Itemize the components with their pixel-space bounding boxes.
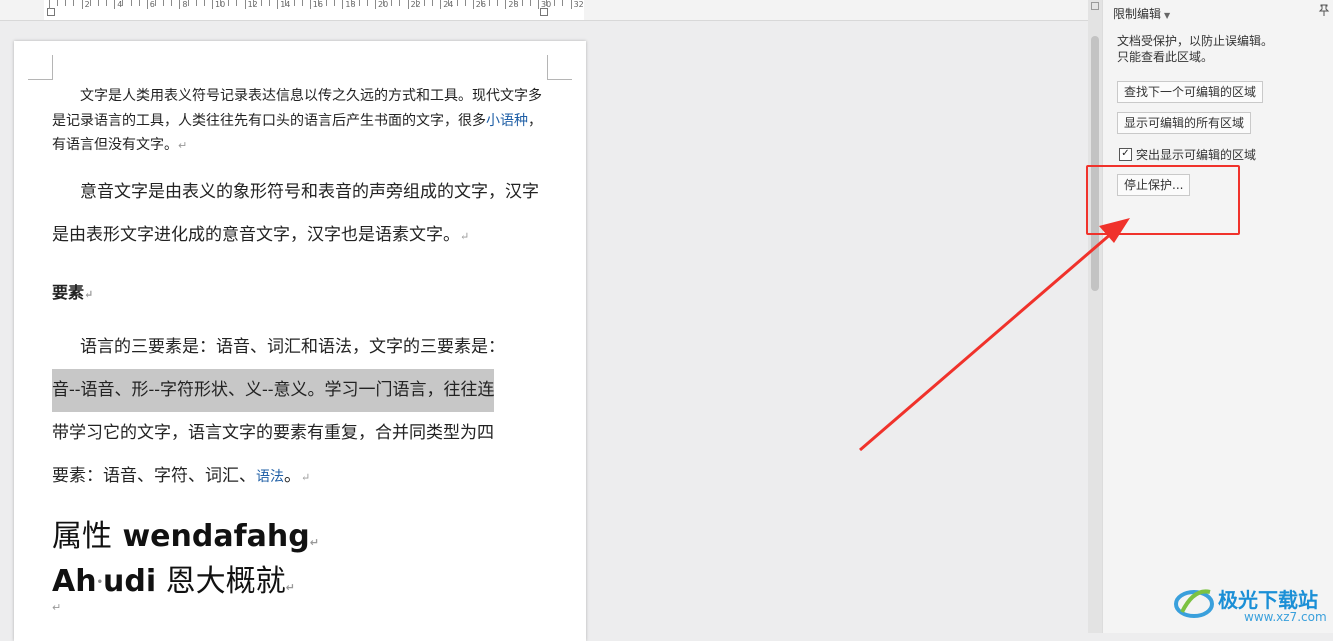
- watermark: 极光下载站 www.xz7.com: [1172, 580, 1332, 630]
- watermark-logo-icon: [1172, 582, 1216, 622]
- annotation-arrow: [859, 218, 1130, 452]
